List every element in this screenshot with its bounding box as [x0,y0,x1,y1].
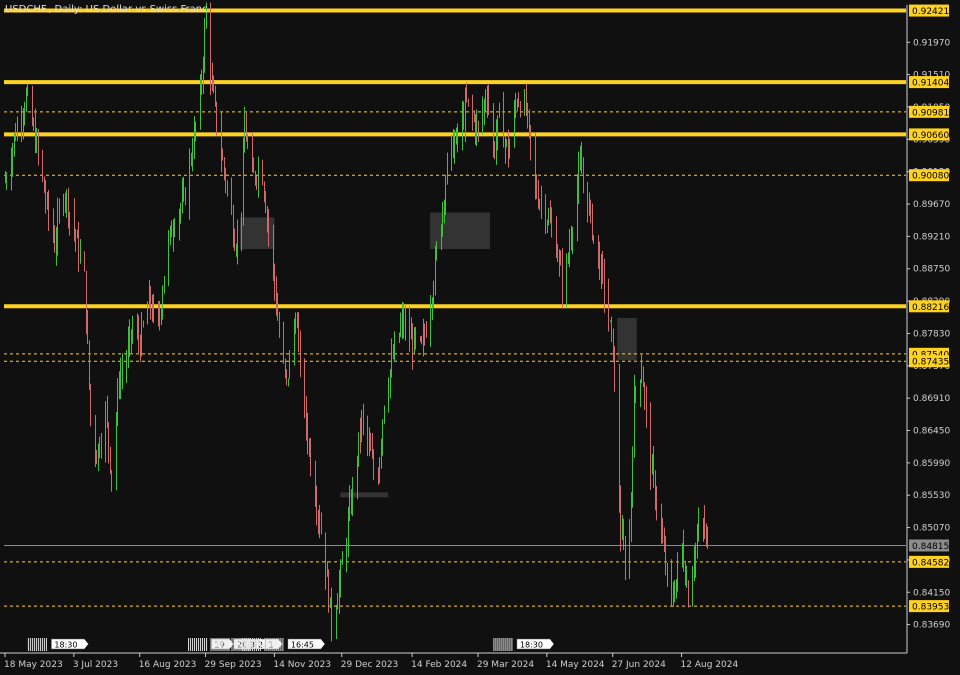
chart-background [0,0,960,675]
level-price-label: 0.83953 [912,603,949,613]
zone-box [240,217,275,250]
time-tick-label: 12 Aug 2024 [681,660,739,670]
session-marker-label: 16:45 [291,641,314,650]
level-price-label: 0.92421 [912,7,949,17]
time-tick-label: 29 Dec 2023 [341,660,399,670]
session-marker-label: 18:30 [54,641,77,650]
time-tick-label: 29 Sep 2023 [205,660,262,670]
time-tick-label: 14 Feb 2024 [411,660,467,670]
session-marker-label: 18:30 [520,641,543,650]
price-tick-label: 0.85070 [913,524,950,534]
time-tick-label: 3 Jul 2023 [73,660,118,670]
level-price-label: 0.91404 [912,79,949,89]
level-price-label: 0.90981 [912,108,949,118]
zone-box [430,212,490,250]
price-tick-label: 0.83690 [913,621,950,631]
price-tick-label: 0.87830 [913,329,950,339]
level-price-label: 0.88216 [912,303,949,313]
zone-box [617,317,637,361]
price-tick-label: 0.88750 [913,265,950,275]
time-tick-label: 14 Nov 2023 [273,660,331,670]
current-price-label: 0.84815 [912,542,949,552]
level-price-label: 0.90080 [912,172,949,182]
price-tick-label: 0.89670 [913,200,950,210]
level-price-label: 0.84582 [912,558,949,568]
level-price-label: 0.87435 [912,358,949,368]
price-tick-label: 0.89210 [913,232,950,242]
level-price-label: 0.90660 [912,131,949,141]
price-chart[interactable]: 18:301920:32116:4518:30 0.919700.915100.… [0,0,960,675]
time-tick-label: 18 May 2023 [4,660,63,670]
time-tick-label: 16 Aug 2023 [139,660,197,670]
price-tick-label: 0.86450 [913,426,950,436]
time-tick-label: 14 May 2024 [546,660,605,670]
zone-box [340,492,389,498]
time-tick-label: 27 Jun 2024 [612,660,666,670]
time-tick-label: 29 Mar 2024 [477,660,534,670]
chart-title: USDCHF., Daily: US Dollar vs Swiss Franc [5,4,208,15]
price-tick-label: 0.85990 [913,459,950,469]
price-tick-label: 0.86910 [913,394,950,404]
price-tick-label: 0.85530 [913,491,950,501]
price-tick-label: 0.91970 [913,38,950,48]
price-tick-label: 0.84150 [913,588,950,598]
